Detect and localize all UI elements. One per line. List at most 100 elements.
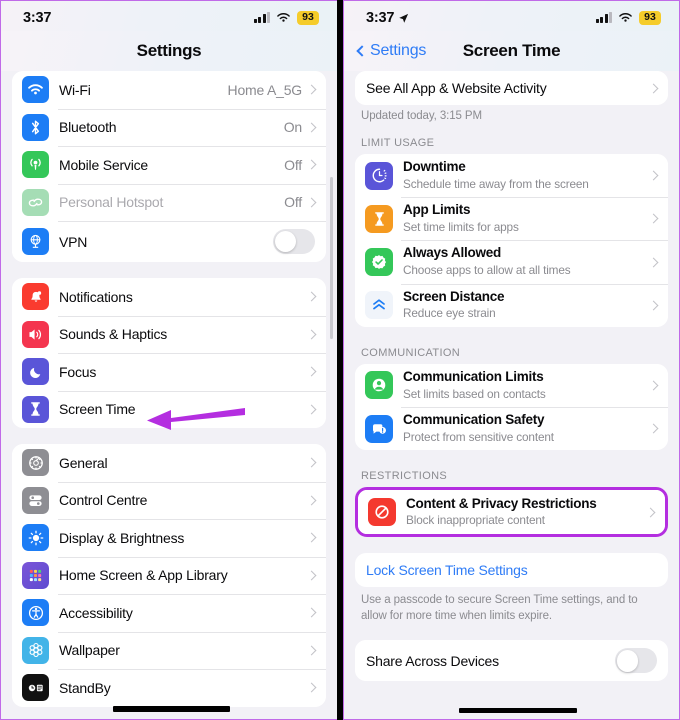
share-across-devices-toggle[interactable] (615, 648, 657, 674)
connectivity-group: Wi-Fi Home A_5G Bluetooth On Mobile Serv… (12, 71, 326, 262)
row-title: Screen Distance (403, 288, 505, 304)
chevron-right-icon (306, 495, 317, 506)
row-share-across-devices[interactable]: Share Across Devices (355, 640, 668, 682)
checkmark-seal-icon (365, 248, 393, 276)
cellular-antenna-icon (22, 151, 49, 179)
row-label: Wi-Fi (59, 81, 91, 98)
status-bar-right: 3:37 93 (344, 1, 679, 31)
row-subtitle: Choose apps to allow at all times (403, 263, 571, 278)
chevron-right-icon (306, 532, 317, 543)
scroll-indicator[interactable] (330, 177, 333, 339)
row-always-allowed[interactable]: Always Allowed Choose apps to allow at a… (355, 240, 668, 284)
row-label: Display & Brightness (59, 529, 185, 546)
no-entry-icon (368, 498, 396, 527)
chevron-right-icon (306, 159, 317, 170)
sidebar-item-control-centre[interactable]: Control Centre (12, 481, 326, 519)
row-screen-distance[interactable]: Screen Distance Reduce eye strain (355, 283, 668, 327)
row-label: See All App & Website Activity (366, 80, 547, 96)
sidebar-item-personal-hotspot[interactable]: Personal Hotspot Off (12, 183, 326, 221)
sidebar-item-wifi[interactable]: Wi-Fi Home A_5G (12, 71, 326, 109)
message-shield-icon (365, 414, 393, 443)
redaction-bar-share-across-devices (459, 708, 577, 713)
status-bar-time: 3:37 (23, 10, 51, 26)
wallpaper-flower-icon (22, 636, 49, 664)
activity-group: See All App & Website Activity (355, 71, 668, 105)
row-label: Wallpaper (59, 642, 120, 659)
redaction-bar-standby (113, 706, 230, 712)
status-bar-time: 3:37 (366, 10, 409, 26)
row-label: Sounds & Haptics (59, 326, 168, 343)
row-title: Communication Limits (403, 368, 544, 384)
lock-screen-time-settings-row[interactable]: Lock Screen Time Settings (355, 553, 668, 588)
chevron-right-icon (306, 682, 317, 693)
sidebar-item-bluetooth[interactable]: Bluetooth On (12, 108, 326, 146)
standby-clock-icon (22, 674, 49, 702)
row-label: Accessibility (59, 604, 133, 621)
chevron-right-icon (306, 329, 317, 340)
accessibility-person-icon (22, 599, 49, 627)
chevron-right-icon (306, 404, 317, 415)
row-title: Always Allowed (403, 245, 502, 261)
row-title: Content & Privacy Restrictions (406, 495, 597, 511)
row-downtime[interactable]: Downtime Schedule time away from the scr… (355, 154, 668, 198)
sidebar-item-sounds-haptics[interactable]: Sounds & Haptics (12, 315, 326, 353)
row-label: Lock Screen Time Settings (366, 562, 528, 579)
downtime-clock-icon (365, 161, 393, 190)
chevron-right-icon (648, 423, 659, 434)
row-app-limits[interactable]: App Limits Set time limits for apps (355, 197, 668, 241)
row-value: Off (284, 194, 302, 211)
row-communication-limits[interactable]: Communication Limits Set limits based on… (355, 363, 668, 408)
lock-settings-group: Lock Screen Time Settings (355, 553, 668, 588)
back-button[interactable]: Settings (356, 42, 427, 60)
row-communication-safety[interactable]: Communication Safety Protect from sensit… (355, 407, 668, 451)
vpn-toggle[interactable] (273, 229, 315, 254)
sidebar-item-mobile-service[interactable]: Mobile Service Off (12, 146, 326, 184)
sidebar-item-screen-time[interactable]: Screen Time (12, 390, 326, 428)
chevron-right-icon (306, 607, 317, 618)
settings-scroll-area[interactable]: Wi-Fi Home A_5G Bluetooth On Mobile Serv… (1, 71, 337, 719)
sidebar-item-accessibility[interactable]: Accessibility (12, 594, 326, 632)
sidebar-item-display-brightness[interactable]: Display & Brightness (12, 519, 326, 557)
back-label: Settings (370, 42, 427, 59)
sidebar-item-vpn[interactable]: VPN (12, 221, 326, 262)
sidebar-item-general[interactable]: General (12, 444, 326, 482)
page-title: Settings (136, 41, 202, 60)
row-label: Focus (59, 363, 97, 380)
hotspot-link-icon (22, 188, 49, 216)
row-subtitle: Schedule time away from the screen (403, 176, 589, 191)
chevron-right-icon (306, 84, 317, 95)
row-subtitle: Block inappropriate content (406, 513, 545, 528)
row-subtitle: Set time limits for apps (403, 220, 519, 235)
row-subtitle: Protect from sensitive content (403, 429, 554, 444)
settings-nav-bar: Settings (1, 31, 337, 71)
sidebar-item-standby[interactable]: StandBy (12, 669, 326, 707)
screen-time-scroll-area[interactable]: See All App & Website Activity Updated t… (344, 71, 679, 719)
chevron-right-icon (306, 197, 317, 208)
battery-low-power-badge: 93 (639, 10, 661, 26)
row-content-privacy-restrictions[interactable]: Content & Privacy Restrictions Block ina… (358, 490, 665, 535)
hourglass-icon (22, 395, 49, 423)
row-label: VPN (59, 233, 88, 250)
status-bar-indicators: 93 (595, 10, 661, 26)
sidebar-item-notifications[interactable]: Notifications (12, 278, 326, 316)
row-label: StandBy (59, 679, 111, 696)
row-text: Content & Privacy Restrictions Block ina… (406, 496, 647, 529)
notifications-group: Notifications Sounds & Haptics Focus Scr… (12, 278, 326, 428)
see-all-activity-row[interactable]: See All App & Website Activity (355, 71, 668, 105)
screen-time-nav-bar: Settings Screen Time (344, 31, 679, 71)
sidebar-item-focus[interactable]: Focus (12, 353, 326, 391)
speaker-sound-icon (22, 320, 49, 348)
toggle-knob (616, 649, 639, 672)
lock-settings-footer: Use a passcode to secure Screen Time set… (361, 594, 638, 622)
row-text: Communication Limits Set limits based on… (403, 369, 650, 402)
vpn-globe-icon (22, 228, 49, 255)
sidebar-item-home-screen-app-library[interactable]: Home Screen & App Library (12, 556, 326, 594)
row-label: Home Screen & App Library (59, 567, 228, 584)
row-label: Personal Hotspot (59, 194, 164, 211)
row-label: General (59, 454, 108, 471)
row-label: Mobile Service (59, 156, 149, 173)
sidebar-item-wallpaper[interactable]: Wallpaper (12, 631, 326, 669)
row-subtitle: Reduce eye strain (403, 306, 496, 321)
updated-timestamp: Updated today, 3:15 PM (361, 110, 482, 122)
status-time-text: 3:37 (366, 10, 395, 26)
